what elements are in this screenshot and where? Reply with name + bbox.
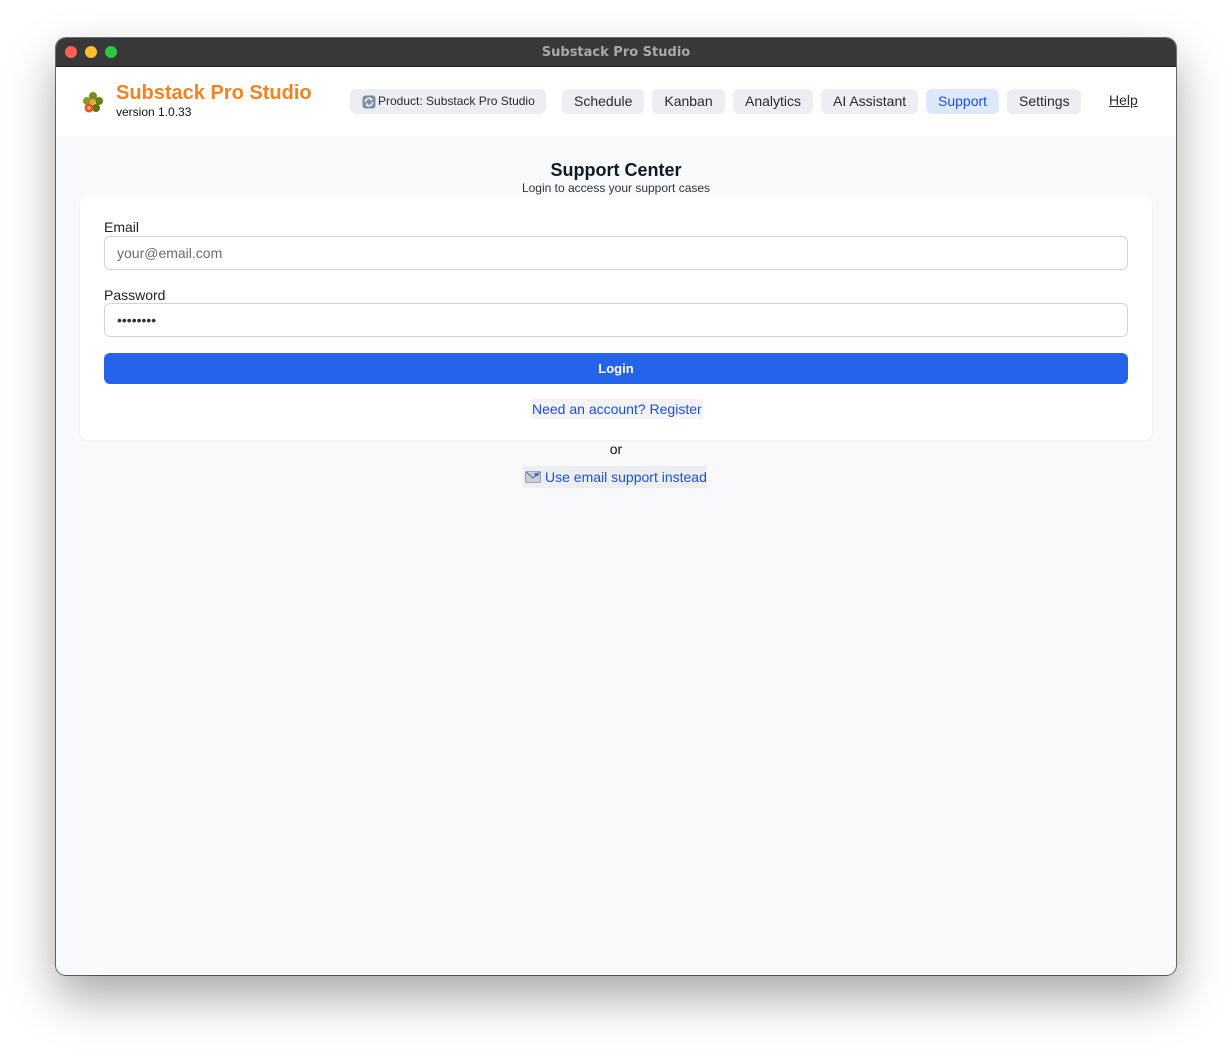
brand-text: Substack Pro Studio version 1.0.33 xyxy=(116,81,312,119)
password-field[interactable] xyxy=(104,303,1128,337)
or-divider-text: or xyxy=(609,441,623,457)
flower-logo-icon xyxy=(83,92,103,113)
main-content: Support Center Login to access your supp… xyxy=(56,136,1176,974)
email-support-label: Use email support instead xyxy=(545,469,707,485)
tab-analytics[interactable]: Analytics xyxy=(733,89,813,114)
email-field[interactable] xyxy=(104,236,1128,270)
product-selector-button[interactable]: Product: Substack Pro Studio xyxy=(350,89,546,114)
brand: Substack Pro Studio version 1.0.33 xyxy=(80,81,312,119)
app-header: Substack Pro Studio version 1.0.33 Produ… xyxy=(56,67,1176,136)
screen: Substack Pro Studio Substack Pro Studio … xyxy=(0,0,1232,1049)
login-button[interactable]: Login xyxy=(104,353,1128,384)
app-window: Substack Pro Studio Substack Pro Studio … xyxy=(56,38,1176,975)
tab-support[interactable]: Support xyxy=(926,89,999,114)
tab-ai-assistant[interactable]: AI Assistant xyxy=(821,89,918,114)
title-bar: Substack Pro Studio xyxy=(56,38,1176,67)
product-selector-label: Product: Substack Pro Studio xyxy=(378,94,535,108)
page-subtitle: Login to access your support cases xyxy=(521,181,711,195)
envelope-icon xyxy=(525,471,541,483)
page-title: Support Center xyxy=(550,160,682,180)
window-title: Substack Pro Studio xyxy=(541,45,691,60)
refresh-icon xyxy=(362,95,376,108)
tab-settings[interactable]: Settings xyxy=(1007,89,1081,114)
tab-kanban[interactable]: Kanban xyxy=(652,89,725,114)
login-card: Email Password Login Need an account? Re… xyxy=(80,196,1152,440)
app-version: version 1.0.33 xyxy=(116,105,192,119)
email-label: Email xyxy=(104,219,140,235)
help-link[interactable]: Help xyxy=(1109,92,1138,108)
register-link[interactable]: Need an account? Register xyxy=(531,399,703,419)
tab-schedule[interactable]: Schedule xyxy=(562,89,644,114)
email-support-link[interactable]: Use email support instead xyxy=(523,466,707,488)
app-name: Substack Pro Studio xyxy=(116,82,312,104)
password-label: Password xyxy=(104,287,166,303)
